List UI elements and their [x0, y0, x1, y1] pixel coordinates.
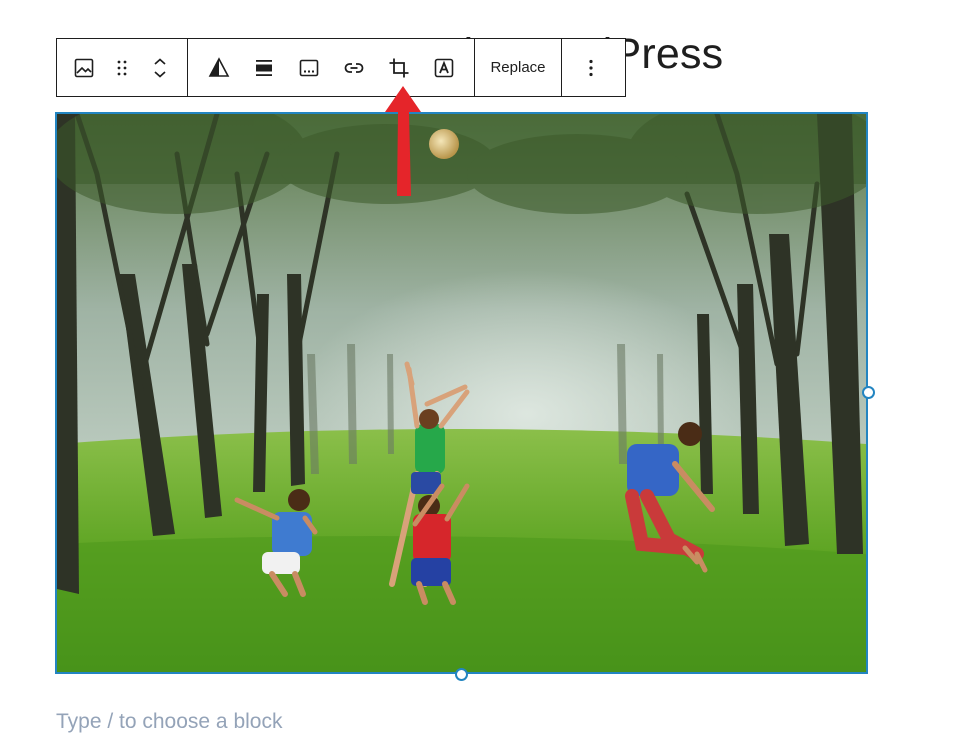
- drag-handle-button[interactable]: [103, 39, 141, 96]
- link-icon: [344, 62, 363, 73]
- toolbar-group-tools: [188, 39, 475, 96]
- block-appender-placeholder[interactable]: Type / to choose a block: [56, 710, 282, 734]
- more-options-icon: [589, 59, 593, 76]
- block-type-button[interactable]: [65, 39, 103, 96]
- move-up-down-button[interactable]: [141, 39, 179, 96]
- move-up-down-icon: [154, 57, 166, 78]
- block-toolbar: Replace: [56, 38, 626, 97]
- more-options-button[interactable]: [562, 39, 620, 96]
- drag-handle-icon: [117, 60, 127, 75]
- duotone-filter-icon: [208, 56, 229, 77]
- image-block-icon: [74, 58, 94, 77]
- toolbar-group-block: [57, 39, 188, 96]
- link-button[interactable]: [331, 39, 376, 96]
- crop-icon: [389, 58, 408, 77]
- red-arrow-annotation: [385, 86, 421, 196]
- align-icon: [255, 59, 272, 76]
- toolbar-group-more: [562, 39, 620, 96]
- align-button[interactable]: [241, 39, 286, 96]
- image-block[interactable]: [55, 112, 868, 674]
- resize-handle-right[interactable]: [862, 386, 875, 399]
- forest-photo: [57, 114, 866, 672]
- toolbar-group-replace: Replace: [475, 39, 562, 96]
- duotone-button[interactable]: [196, 39, 241, 96]
- caption-button[interactable]: [286, 39, 331, 96]
- text-overlay-button[interactable]: [421, 39, 466, 96]
- resize-handle-bottom[interactable]: [455, 668, 468, 681]
- text-overlay-icon: [434, 58, 453, 77]
- replace-button[interactable]: Replace: [475, 39, 561, 96]
- caption-icon: [299, 59, 318, 76]
